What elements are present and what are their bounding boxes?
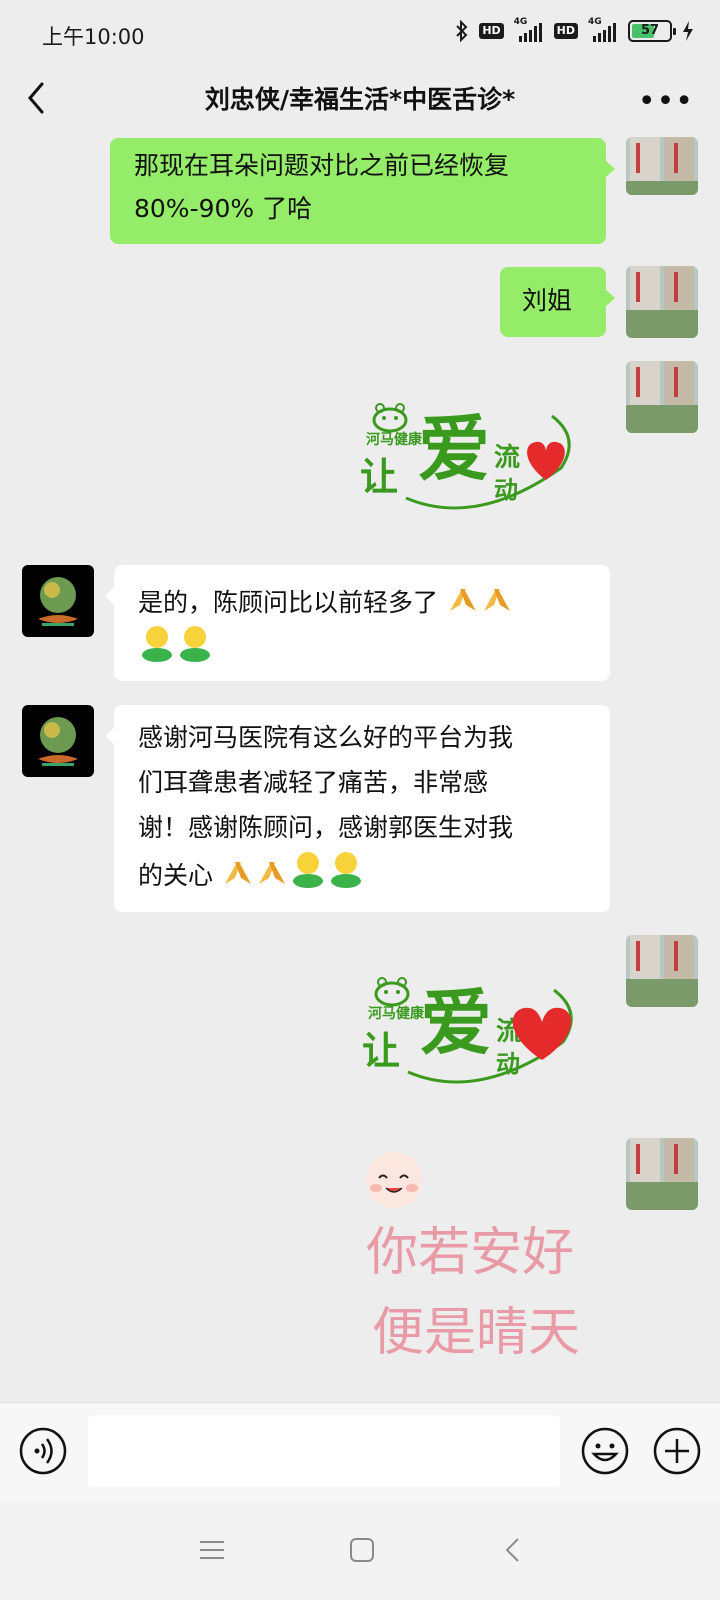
status-bar: 上午10:00 HD 4G HD 4G 57 <box>0 0 720 66</box>
status-icons: HD 4G HD 4G 57 <box>455 17 694 42</box>
more-options-icon[interactable]: ••• <box>638 84 694 119</box>
sticker-text: 爱 <box>418 406 490 491</box>
emoji-icon[interactable] <box>580 1426 630 1476</box>
bluetooth-icon <box>456 20 468 42</box>
greeting-text: 便是晴天 <box>372 1303 580 1363</box>
message-text: 刘姐 <box>522 286 573 315</box>
charging-icon <box>683 21 693 41</box>
back-arrow-icon[interactable] <box>22 80 52 116</box>
add-icon[interactable] <box>652 1426 702 1476</box>
message-bubble-incoming[interactable]: 是的，陈顾问比以前轻多了 <box>105 565 610 681</box>
message-bubble-outgoing[interactable]: 那现在耳朵问题对比之前已经恢复 80%-90% 了哈 <box>110 138 615 244</box>
hd-badge: HD <box>553 23 578 39</box>
message-text: 那现在耳朵问题对比之前已经恢复 <box>134 151 510 180</box>
sticker-brand: 河马健康 <box>368 1005 425 1022</box>
hd-badge: HD <box>479 23 504 39</box>
back-nav-icon[interactable] <box>494 1532 534 1568</box>
chat-screen: 上午10:00 HD 4G HD 4G 57 刘忠侠/幸福生活*中医舌诊* ••… <box>0 0 720 1600</box>
smiley-face-icon <box>366 1152 422 1208</box>
pray-emoji-icon <box>483 589 510 611</box>
system-nav-bar <box>0 1500 720 1600</box>
sticker-text: 让 <box>360 454 398 499</box>
message-text: 的关心 <box>138 861 214 890</box>
my-avatar[interactable] <box>626 1138 698 1210</box>
voice-input-icon[interactable] <box>18 1426 68 1476</box>
signal-icon: 4G <box>588 17 618 42</box>
sticker-brand: 河马健康 <box>366 431 423 448</box>
love-sticker[interactable]: 河马健康 让 爱 流 动 <box>358 962 598 1092</box>
heart-icon <box>527 441 565 480</box>
sticker-text: 爱 <box>420 980 492 1065</box>
signal-icon: 4G <box>514 17 544 42</box>
greeting-sticker[interactable]: 你若安好 便是晴天 <box>362 1148 612 1388</box>
chat-title: 刘忠侠/幸福生活*中医舌诊* <box>204 85 516 114</box>
status-time: 上午10:00 <box>42 25 145 49</box>
sticker-text: 流 <box>494 443 520 473</box>
message-text: 们耳聋患者减轻了痛苦，非常感 <box>138 768 489 797</box>
sticker-text: 让 <box>362 1028 400 1073</box>
greeting-text: 你若安好 <box>366 1223 574 1283</box>
hug-emoji-icon <box>142 626 172 662</box>
message-text: 感谢河马医院有这么好的平台为我 <box>138 723 514 752</box>
hippo-logo-icon <box>374 977 410 1007</box>
battery-icon: 57 <box>628 20 676 42</box>
pray-emoji-icon <box>224 862 251 884</box>
home-icon[interactable] <box>342 1532 382 1568</box>
my-avatar[interactable] <box>626 266 698 338</box>
message-bubble-incoming[interactable]: 感谢河马医院有这么好的平台为我 们耳聋患者减轻了痛苦，非常感 谢！感谢陈顾问，感… <box>105 705 610 912</box>
message-text: 谢！感谢陈顾问，感谢郭医生对我 <box>138 813 514 842</box>
pray-emoji-icon <box>258 862 285 884</box>
chat-header: 刘忠侠/幸福生活*中医舌诊* ••• <box>0 66 720 132</box>
message-text: 是的，陈顾问比以前轻多了 <box>138 588 439 617</box>
my-avatar[interactable] <box>626 361 698 433</box>
contact-avatar[interactable] <box>22 565 94 637</box>
heart-icon <box>512 1007 572 1060</box>
my-avatar[interactable] <box>626 935 698 1007</box>
input-bar <box>0 1402 720 1500</box>
pray-emoji-icon <box>449 589 476 611</box>
menu-icon[interactable] <box>192 1532 232 1568</box>
hug-emoji-icon <box>330 852 361 888</box>
hippo-logo-icon <box>372 403 408 433</box>
message-text: 80%-90% 了哈 <box>134 194 313 223</box>
my-avatar[interactable] <box>626 137 698 195</box>
hug-emoji-icon <box>180 626 210 662</box>
contact-avatar[interactable] <box>22 705 94 777</box>
love-sticker[interactable]: 河马健康 让 爱 流 动 <box>356 388 596 518</box>
message-input[interactable] <box>88 1415 560 1487</box>
message-bubble-outgoing[interactable]: 刘姐 <box>500 267 615 337</box>
hug-emoji-icon <box>292 852 323 888</box>
